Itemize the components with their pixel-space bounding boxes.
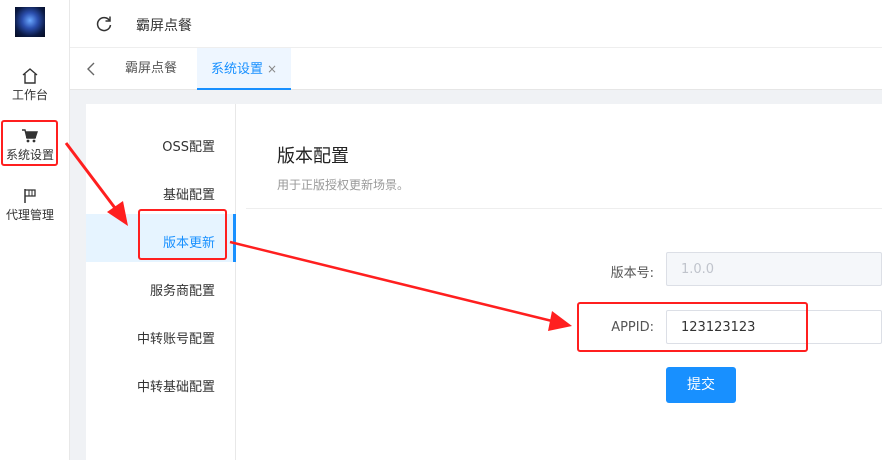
- annotation-box-system-settings: [1, 120, 58, 166]
- tab-bapin-diancan[interactable]: 霸屏点餐: [111, 48, 191, 90]
- content-card: OSS配置 基础配置 版本更新 服务商配置 中转账号配置 中转基础配置 版本配置…: [86, 104, 882, 460]
- menu-item-basic[interactable]: 基础配置: [163, 184, 215, 203]
- menu-active-indicator: [233, 214, 236, 262]
- refresh-icon[interactable]: [94, 14, 114, 34]
- rail-item-label: 代理管理: [5, 208, 54, 222]
- chevron-left-icon[interactable]: [84, 60, 100, 78]
- close-icon[interactable]: ×: [267, 62, 277, 76]
- tab-label: 系统设置: [211, 62, 264, 77]
- menu-item-relay-basic[interactable]: 中转基础配置: [137, 376, 215, 395]
- menu-item-service-provider[interactable]: 服务商配置: [150, 280, 215, 299]
- settings-side-menu: OSS配置 基础配置 版本更新 服务商配置 中转账号配置 中转基础配置: [86, 104, 236, 460]
- menu-item-relay-account[interactable]: 中转账号配置: [137, 328, 215, 347]
- left-rail: 工作台 系统设置 代理管理: [0, 0, 70, 460]
- annotation-box-appid: [577, 302, 808, 352]
- home-icon: [22, 68, 38, 84]
- flag-icon: [24, 189, 36, 203]
- rail-item-label: 工作台: [11, 88, 48, 102]
- submit-button[interactable]: 提交: [666, 367, 736, 403]
- menu-item-oss[interactable]: OSS配置: [162, 136, 215, 155]
- header-title: 霸屏点餐: [136, 18, 192, 34]
- tab-label: 霸屏点餐: [125, 61, 178, 76]
- top-header: 霸屏点餐: [70, 0, 882, 48]
- tab-system-settings[interactable]: 系统设置 ×: [197, 48, 292, 90]
- tabs-bar: 霸屏点餐 系统设置 ×: [70, 48, 882, 90]
- page-subtitle: 用于正版授权更新场景。: [277, 178, 410, 192]
- page-title: 版本配置: [277, 146, 349, 167]
- annotation-box-version-update: [138, 209, 227, 260]
- rail-item-workbench[interactable]: 工作台: [0, 66, 60, 102]
- app-logo: [15, 7, 45, 37]
- rail-item-agent-management[interactable]: 代理管理: [0, 186, 60, 222]
- version-input[interactable]: [666, 252, 882, 286]
- divider: [246, 208, 882, 209]
- version-label: 版本号:: [610, 266, 654, 281]
